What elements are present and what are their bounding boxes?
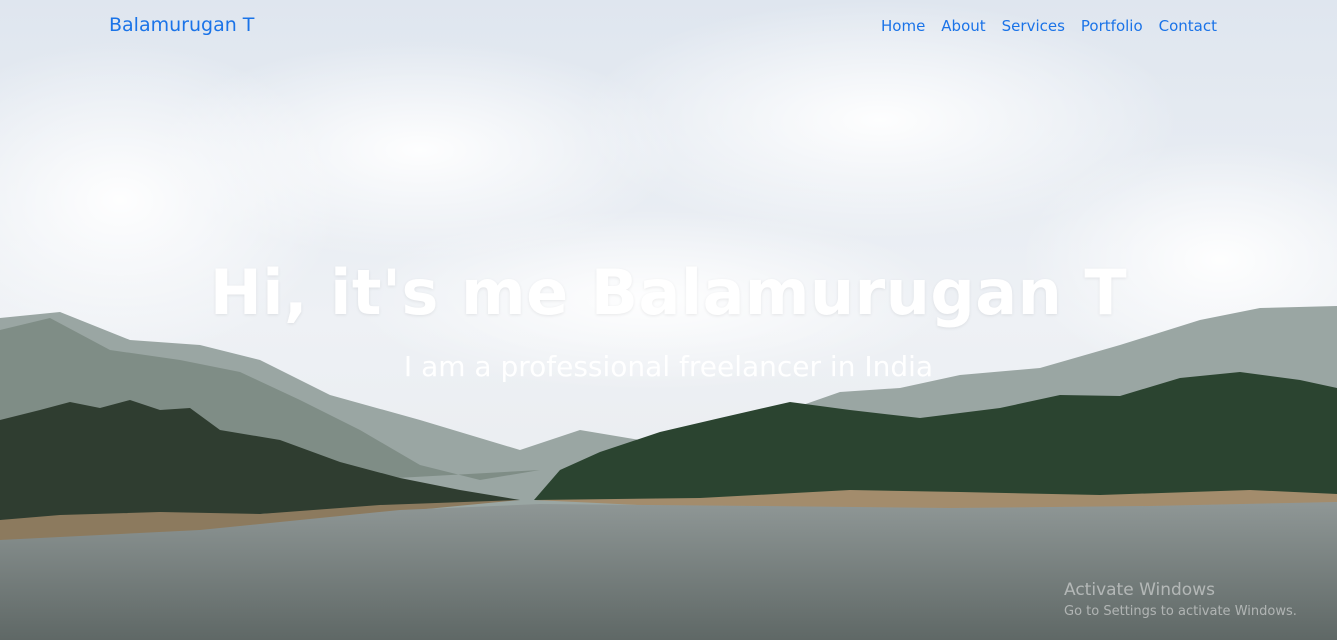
activate-windows-watermark: Activate Windows Go to Settings to activ… [1064, 580, 1297, 619]
nav-link-portfolio[interactable]: Portfolio [1081, 17, 1143, 35]
nav-item-portfolio: Portfolio [1081, 16, 1143, 35]
watermark-subtitle: Go to Settings to activate Windows. [1064, 604, 1297, 619]
nav-link-about[interactable]: About [941, 17, 985, 35]
nav-link-home[interactable]: Home [881, 17, 925, 35]
hero-headline: Hi, it's me Balamurugan T [209, 256, 1128, 329]
nav-link-services[interactable]: Services [1002, 17, 1065, 35]
nav-menu: Home About Services Portfolio Contact [881, 16, 1217, 35]
nav-item-home: Home [881, 16, 925, 35]
nav-item-about: About [941, 16, 985, 35]
brand-link[interactable]: Balamurugan T [109, 14, 254, 36]
nav-item-contact: Contact [1159, 16, 1217, 35]
watermark-title: Activate Windows [1064, 580, 1215, 600]
nav-item-services: Services [1002, 16, 1065, 35]
hero-subline: I am a professional freelancer in India [403, 350, 934, 383]
nav-link-contact[interactable]: Contact [1159, 17, 1217, 35]
top-navbar: Balamurugan T Home About Services Portfo… [0, 0, 1337, 54]
